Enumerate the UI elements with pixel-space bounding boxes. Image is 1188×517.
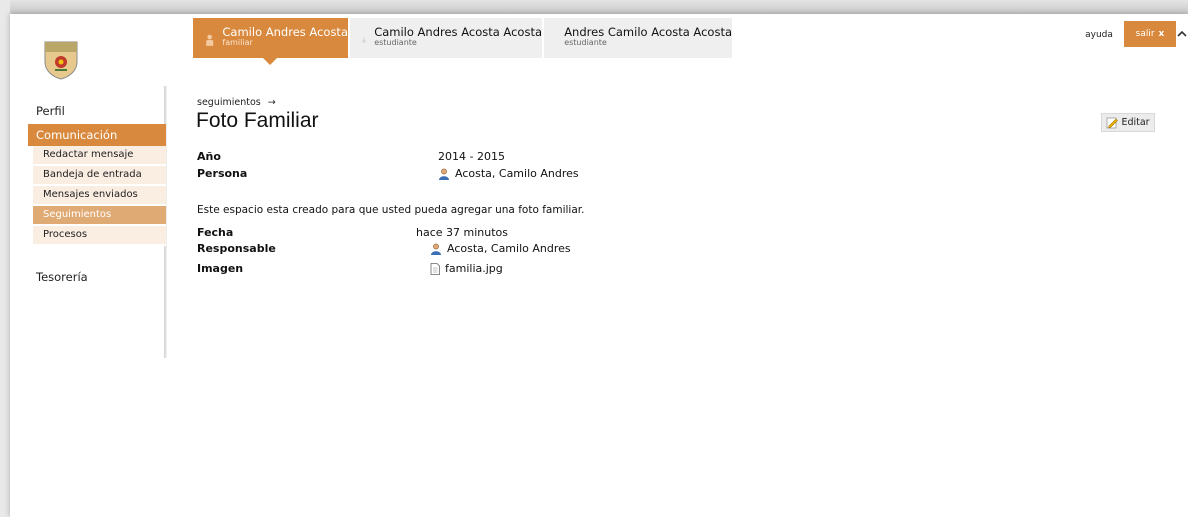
family-member-tabs: Camilo Andres Acosta familiar Camilo And… [193,18,732,65]
exit-button[interactable]: salir x [1124,21,1176,47]
field-label: Responsable [197,242,276,255]
sidebar-subitem-redactar-mensaje[interactable]: Redactar mensaje [33,146,166,166]
breadcrumb: seguimientos → [197,97,276,108]
field-responsable: Responsable Acosta, Camilo Andres [197,242,697,256]
tab-member-1[interactable]: Camilo Andres Acosta Acosta estudiante [350,18,542,58]
sidebar-item-comunicacion[interactable]: Comunicación [28,124,166,146]
tab-member-0[interactable]: Camilo Andres Acosta familiar [193,18,348,65]
person-link[interactable]: Acosta, Camilo Andres [447,242,571,255]
edit-button-label: Editar [1121,117,1150,128]
field-label: Persona [197,167,248,180]
field-anio: Año 2014 - 2015 [197,150,697,164]
sidebar-subitem-procesos[interactable]: Procesos [33,226,166,246]
breadcrumb-arrow-icon: → [267,97,276,108]
tab-member-name: Camilo Andres Acosta Acosta [374,25,542,39]
sidebar-subitem-mensajes-enviados[interactable]: Mensajes enviados [33,186,166,206]
page-title: Foto Familiar [196,109,319,132]
field-imagen: Imagen familia.jpg [197,262,697,276]
tab-member-name: Andres Camilo Acosta Acosta [564,25,732,39]
sidebar-item-tesoreria[interactable]: Tesorería [28,266,166,288]
sidebar-item-perfil[interactable]: Perfil [28,100,166,122]
tab-member-2[interactable]: Andres Camilo Acosta Acosta estudiante [544,18,732,58]
user-silhouette-icon [362,37,366,43]
field-label: Imagen [197,262,244,275]
edit-button[interactable]: Editar [1101,113,1155,132]
file-link[interactable]: familia.jpg [445,262,503,275]
field-value: hace 37 minutos [416,226,509,239]
file-icon [430,262,440,275]
window-top-edge [10,0,1188,14]
breadcrumb-link-seguimientos[interactable]: seguimientos [197,97,261,108]
field-value-wrap: familia.jpg [430,262,503,275]
field-label: Fecha [197,226,234,239]
exit-button-label: salir [1135,29,1155,39]
field-label: Año [197,150,221,163]
field-fecha: Fecha hace 37 minutos [197,226,697,240]
field-value: 2014 - 2015 [438,150,505,163]
pencil-icon [1107,117,1119,128]
description-text: Este espacio esta creado para que usted … [197,204,585,216]
sidebar-subitem-bandeja-de-entrada[interactable]: Bandeja de entrada [33,166,166,186]
user-silhouette-icon [206,34,214,46]
chevron-up-icon[interactable] [1176,28,1188,40]
sidebar-nav: Perfil Comunicación Redactar mensaje Ban… [28,98,166,288]
field-persona: Persona Acosta, Camilo Andres [197,167,697,181]
sidebar-subitem-seguimientos[interactable]: Seguimientos [33,206,166,226]
field-value-wrap: Acosta, Camilo Andres [430,242,571,255]
close-icon: x [1158,29,1165,39]
person-link[interactable]: Acosta, Camilo Andres [455,167,579,180]
tab-member-role: familiar [222,38,253,47]
help-button[interactable]: ayuda [1076,24,1122,46]
tab-member-role: estudiante [564,38,607,47]
tab-member-name: Camilo Andres Acosta [222,25,348,39]
field-value-wrap: Acosta, Camilo Andres [438,167,579,180]
person-icon [431,243,441,255]
tab-member-role: estudiante [374,38,417,47]
person-icon [439,168,449,180]
school-shield-logo[interactable] [43,40,79,80]
